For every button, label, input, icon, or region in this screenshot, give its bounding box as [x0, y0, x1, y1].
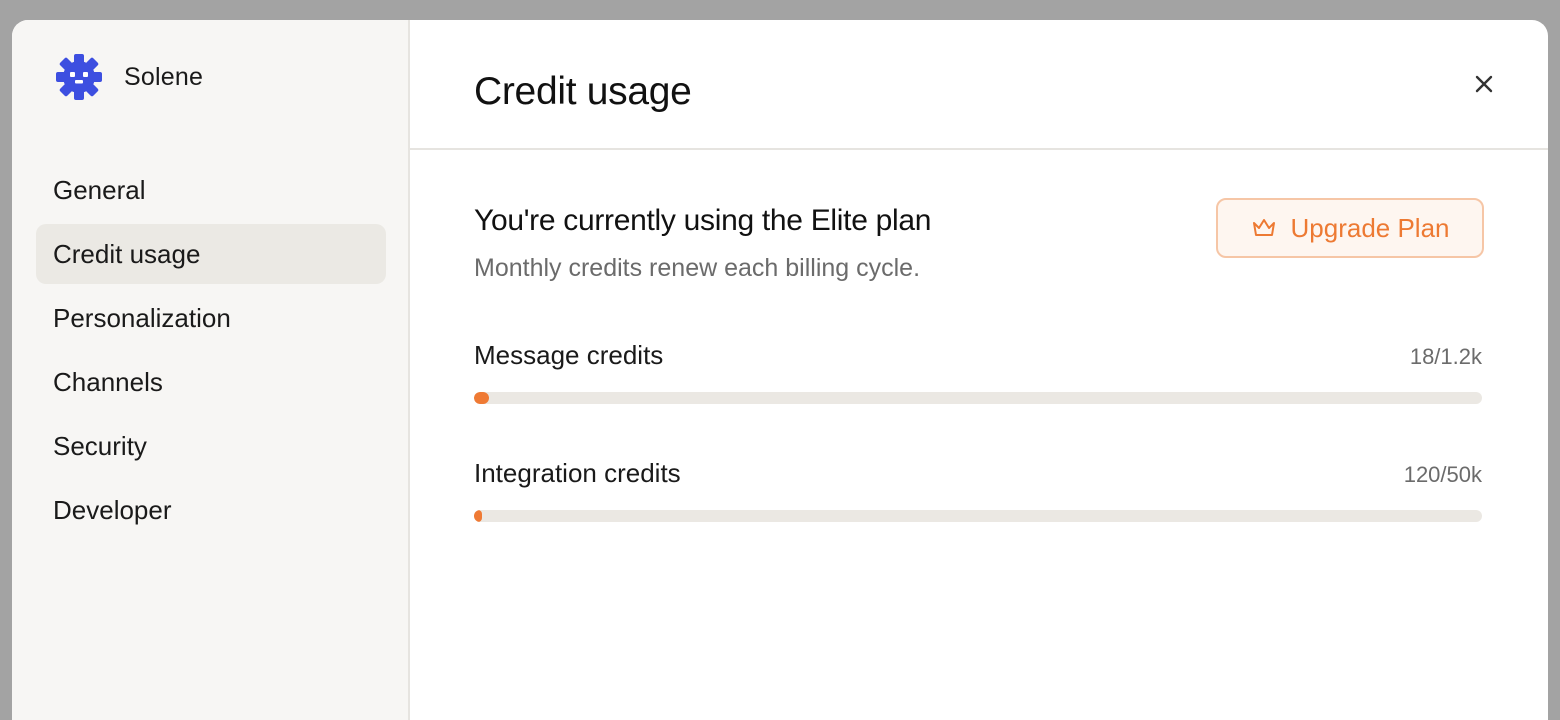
crown-icon	[1252, 219, 1275, 236]
gear-face-icon	[56, 54, 102, 100]
panel-header: Credit usage	[410, 20, 1548, 150]
sidebar-item-credit-usage[interactable]: Credit usage	[36, 224, 386, 284]
integration-credits-bar	[474, 510, 1482, 522]
sidebar-item-security[interactable]: Security	[36, 416, 386, 476]
sidebar-nav: General Credit usage Personalization Cha…	[36, 160, 386, 544]
page-title: Credit usage	[474, 70, 692, 113]
message-credits-bar-fill	[474, 392, 490, 404]
integration-credits-label: Integration credits	[474, 458, 681, 488]
integration-credits-value: 120/50k	[1403, 462, 1482, 487]
plan-heading: You're currently using the Elite plan	[474, 204, 932, 237]
message-credits-value: 18/1.2k	[1409, 344, 1482, 369]
sidebar-item-channels[interactable]: Channels	[36, 352, 386, 412]
sidebar-item-personalization[interactable]: Personalization	[36, 288, 386, 348]
close-icon	[1475, 75, 1493, 93]
close-button[interactable]	[1470, 70, 1498, 98]
plan-subtitle: Monthly credits renew each billing cycle…	[474, 254, 921, 282]
integration-credits-bar-fill	[474, 510, 482, 522]
settings-modal: Solene General Credit usage Personalizat…	[12, 20, 1548, 720]
sidebar-item-developer[interactable]: Developer	[36, 480, 386, 540]
sidebar-item-general[interactable]: General	[36, 160, 386, 220]
upgrade-plan-button[interactable]: Upgrade Plan	[1216, 198, 1484, 258]
upgrade-plan-label: Upgrade Plan	[1290, 212, 1450, 243]
sidebar: Solene General Credit usage Personalizat…	[12, 20, 410, 720]
main-panel: Credit usage You're currently using the …	[410, 20, 1548, 720]
message-credits-bar	[474, 392, 1482, 404]
message-credits-label: Message credits	[474, 340, 664, 370]
brand-name: Solene	[124, 62, 204, 91]
brand: Solene	[54, 52, 203, 102]
